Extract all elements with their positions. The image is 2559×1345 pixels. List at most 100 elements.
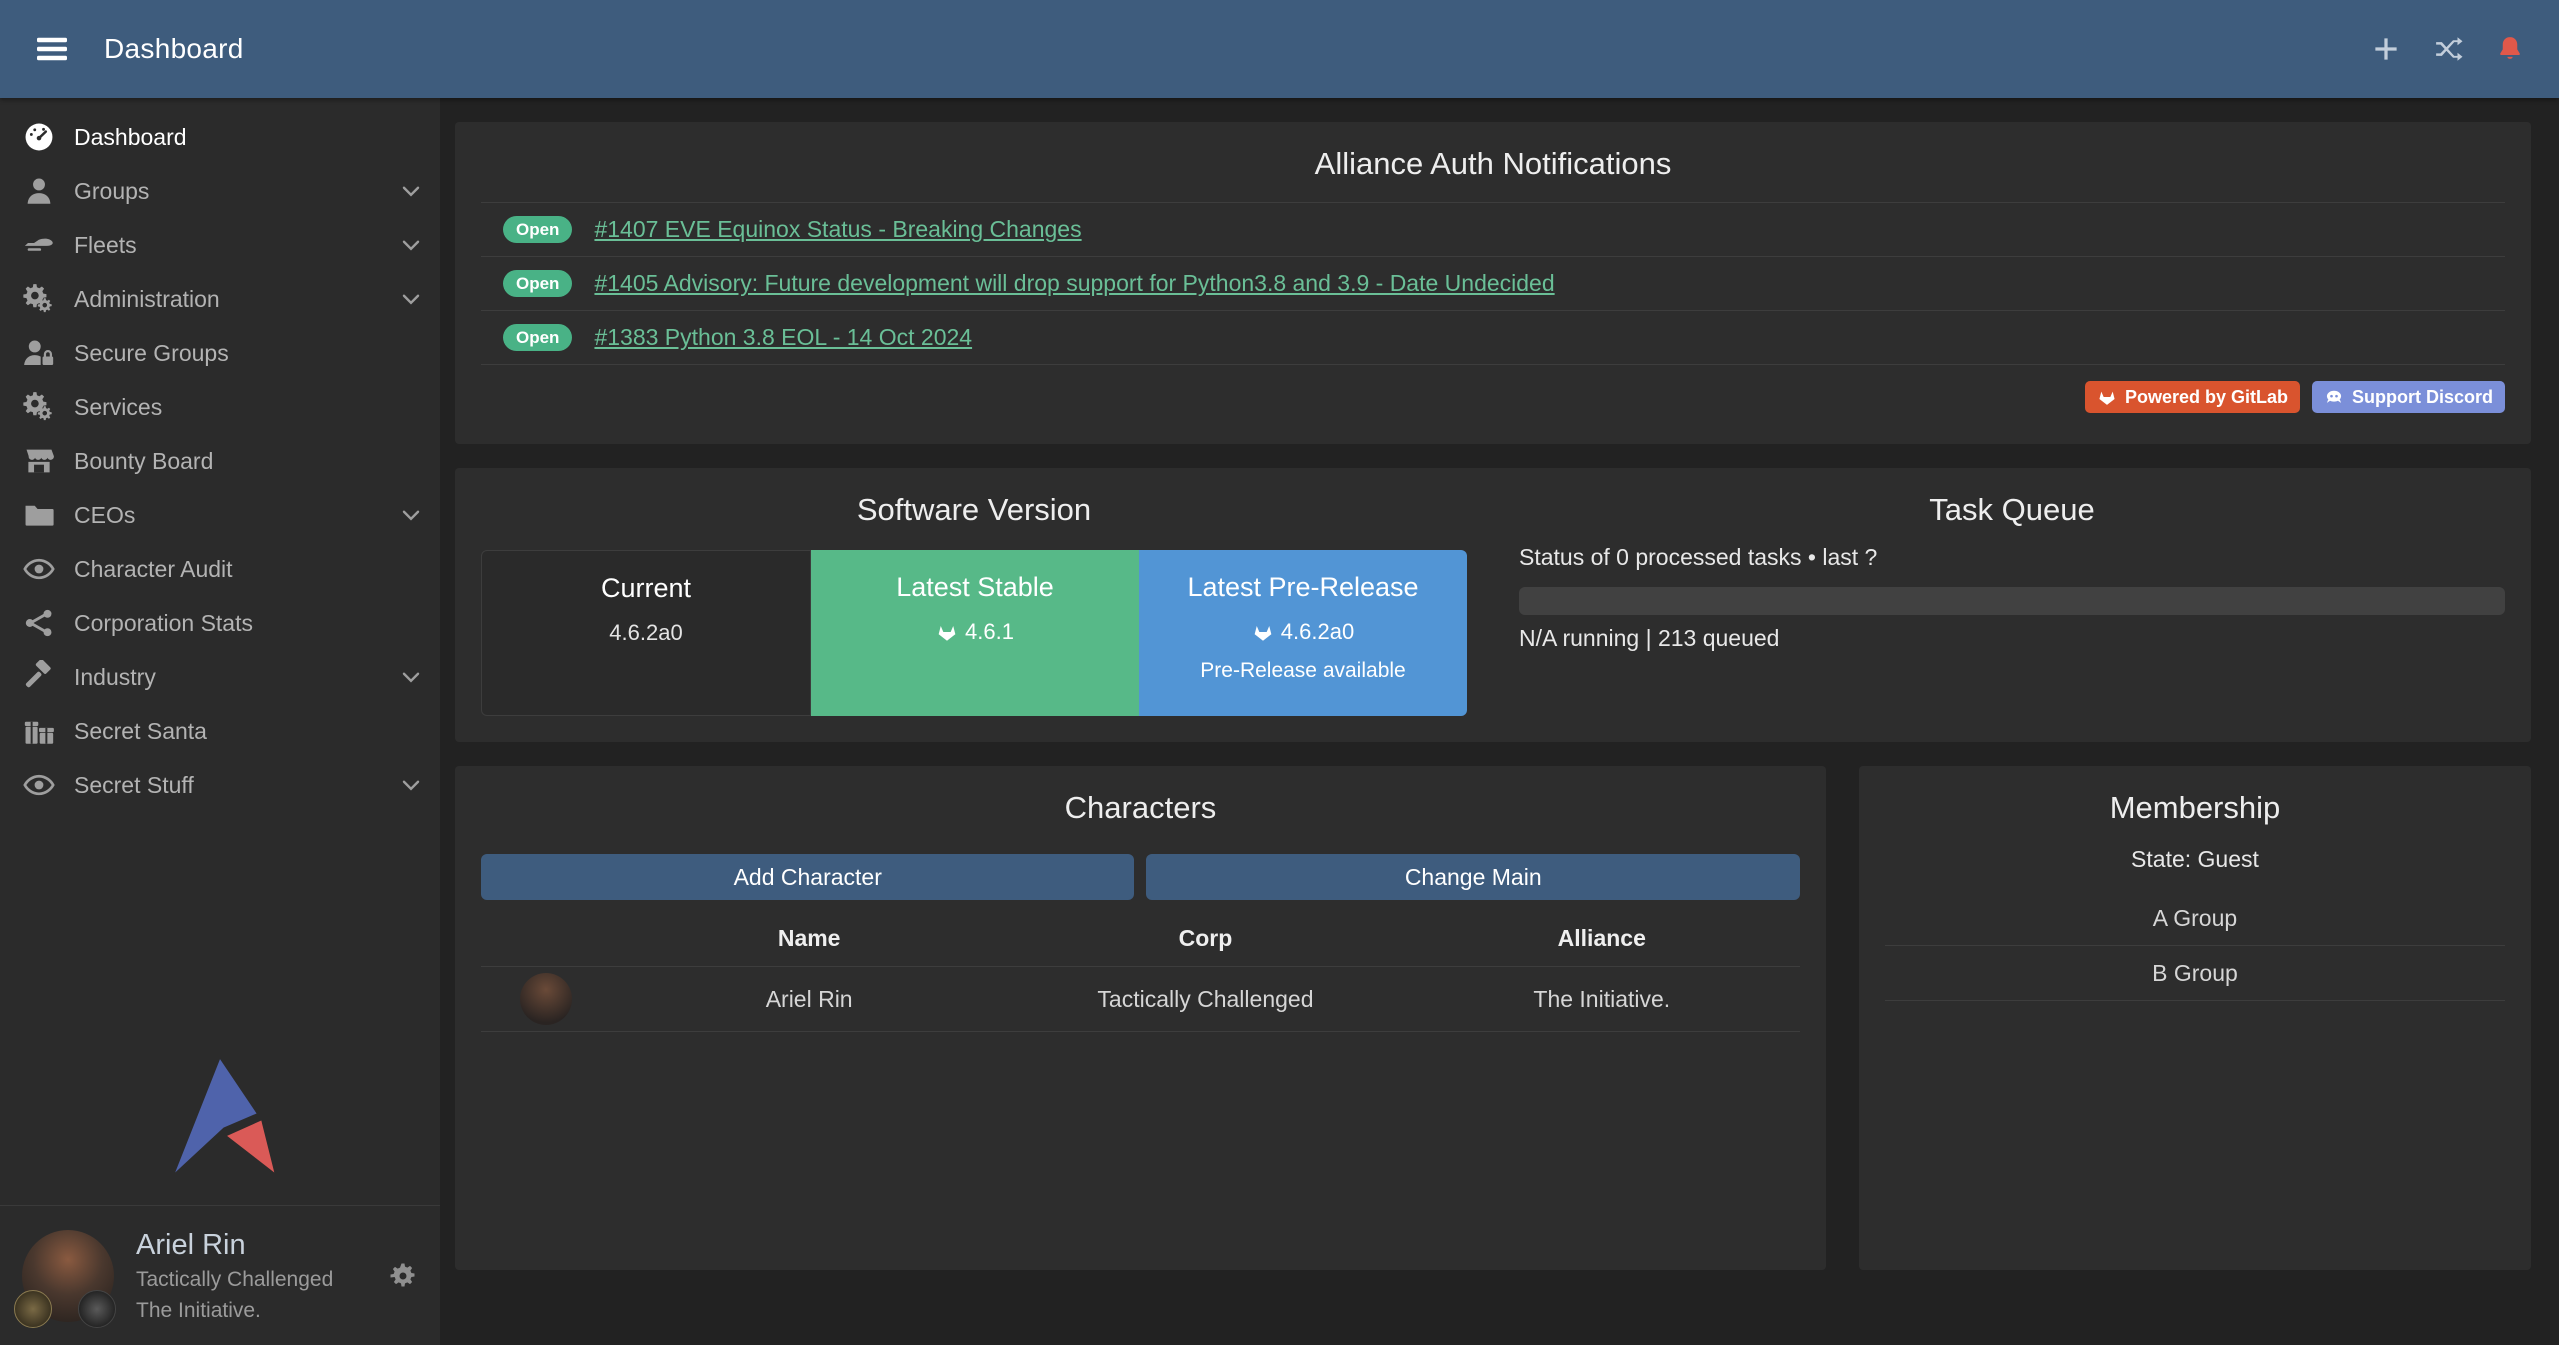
sidebar-item-corporation-stats[interactable]: Corporation Stats (0, 596, 440, 650)
status-badge: Open (503, 324, 572, 351)
notifications-list: Open #1407 EVE Equinox Status - Breaking… (481, 202, 2505, 365)
sidebar-item-label: Character Audit (74, 556, 233, 583)
sidebar-item-label: Bounty Board (74, 448, 213, 475)
badge-label: Support Discord (2352, 387, 2493, 408)
sidebar-item-label: Dashboard (74, 124, 187, 151)
shuffle-icon[interactable] (2433, 34, 2463, 64)
change-main-button[interactable]: Change Main (1146, 854, 1799, 900)
gitlab-icon (1252, 621, 1274, 643)
gears-icon (22, 390, 56, 424)
alliance-logo-badge (78, 1290, 116, 1328)
notification-link[interactable]: #1383 Python 3.8 EOL - 14 Oct 2024 (594, 324, 972, 351)
notification-link[interactable]: #1407 EVE Equinox Status - Breaking Chan… (594, 216, 1081, 243)
eye-icon (22, 552, 56, 586)
sidebar-item-fleets[interactable]: Fleets (0, 218, 440, 272)
version-number: 4.6.2a0 (1281, 619, 1354, 645)
version-number: 4.6.2a0 (609, 620, 682, 646)
user-name: Ariel Rin (136, 1227, 333, 1263)
software-taskqueue-panel: Software Version Current 4.6.2a0 Latest … (455, 468, 2531, 742)
task-queue-progressbar (1519, 587, 2505, 615)
version-heading: Latest Stable (811, 572, 1139, 603)
character-corp: Tactically Challenged (1007, 986, 1403, 1013)
sidebar-item-services[interactable]: Services (0, 380, 440, 434)
gear-icon[interactable] (388, 1261, 418, 1291)
gauge-icon (22, 120, 56, 154)
sidebar-item-label: Secret Stuff (74, 772, 194, 799)
top-navbar: Dashboard (0, 0, 2559, 98)
software-version-section: Software Version Current 4.6.2a0 Latest … (455, 468, 1493, 742)
sidebar-item-label: Corporation Stats (74, 610, 253, 637)
shuttle-icon (22, 228, 56, 262)
characters-panel: Characters Add Character Change Main Nam… (455, 766, 1826, 1270)
membership-groups-list: A Group B Group (1885, 891, 2505, 1001)
user-corp: Tactically Challenged (136, 1267, 333, 1293)
membership-state: State: Guest (1859, 846, 2531, 873)
software-version-title: Software Version (481, 468, 1467, 528)
add-icon[interactable] (2371, 34, 2401, 64)
sidebar-item-secure-groups[interactable]: Secure Groups (0, 326, 440, 380)
character-portrait (520, 973, 572, 1025)
page-title: Dashboard (104, 33, 244, 65)
notification-item: Open #1407 EVE Equinox Status - Breaking… (481, 203, 2505, 257)
notification-item: Open #1383 Python 3.8 EOL - 14 Oct 2024 (481, 311, 2505, 365)
badge-label: Powered by GitLab (2125, 387, 2288, 408)
gears-icon (22, 282, 56, 316)
sidebar-item-bounty-board[interactable]: Bounty Board (0, 434, 440, 488)
notifications-bell-icon[interactable] (2495, 34, 2525, 64)
chevron-down-icon (398, 286, 424, 312)
sidebar-item-administration[interactable]: Administration (0, 272, 440, 326)
sidebar-item-label: CEOs (74, 502, 135, 529)
sidebar-item-character-audit[interactable]: Character Audit (0, 542, 440, 596)
table-row: Ariel Rin Tactically Challenged The Init… (481, 966, 1800, 1032)
list-item: B Group (1885, 946, 2505, 1001)
hammer-icon (22, 660, 56, 694)
status-badge: Open (503, 216, 572, 243)
chevron-down-icon (398, 502, 424, 528)
notification-link[interactable]: #1405 Advisory: Future development will … (594, 270, 1554, 297)
sidebar-item-label: Industry (74, 664, 156, 691)
sidebar-item-dashboard[interactable]: Dashboard (0, 110, 440, 164)
powered-by-gitlab-badge[interactable]: Powered by GitLab (2085, 381, 2300, 413)
gitlab-icon (2097, 387, 2117, 407)
membership-panel: Membership State: Guest A Group B Group (1859, 766, 2531, 1270)
task-queue-section: Task Queue Status of 0 processed tasks •… (1493, 468, 2531, 742)
add-character-button[interactable]: Add Character (481, 854, 1134, 900)
version-current-cell: Current 4.6.2a0 (481, 550, 811, 716)
user-icon (22, 174, 56, 208)
notification-item: Open #1405 Advisory: Future development … (481, 257, 2505, 311)
characters-title: Characters (455, 766, 1826, 826)
eye-icon (22, 768, 56, 802)
list-item: A Group (1885, 891, 2505, 946)
version-prerelease-cell: Latest Pre-Release 4.6.2a0 Pre-Release a… (1139, 550, 1467, 716)
avatar (22, 1230, 114, 1322)
sidebar-item-secret-santa[interactable]: Secret Santa (0, 704, 440, 758)
membership-title: Membership (1859, 766, 2531, 826)
prerelease-note: Pre-Release available (1139, 659, 1467, 683)
sidebar: Dashboard Groups Fleets (0, 98, 440, 1345)
folder-icon (22, 498, 56, 532)
sidebar-item-secret-stuff[interactable]: Secret Stuff (0, 758, 440, 812)
version-heading: Latest Pre-Release (1139, 572, 1467, 603)
sidebar-item-groups[interactable]: Groups (0, 164, 440, 218)
menu-icon[interactable] (34, 29, 74, 69)
user-lock-icon (22, 336, 56, 370)
task-queue-status: Status of 0 processed tasks • last ? (1519, 544, 2505, 571)
version-heading: Current (482, 573, 810, 604)
task-queue-title: Task Queue (1519, 468, 2505, 528)
characters-table-header: Name Corp Alliance (481, 910, 1800, 966)
sidebar-item-ceos[interactable]: CEOs (0, 488, 440, 542)
gifts-icon (22, 714, 56, 748)
status-badge: Open (503, 270, 572, 297)
discord-icon (2324, 387, 2344, 407)
sidebar-item-label: Administration (74, 286, 220, 313)
notifications-title: Alliance Auth Notifications (455, 122, 2531, 182)
alliance-auth-logo (0, 1055, 440, 1205)
sidebar-item-label: Services (74, 394, 162, 421)
user-panel: Ariel Rin Tactically Challenged The Init… (0, 1205, 440, 1345)
chevron-down-icon (398, 232, 424, 258)
task-queue-counts: N/A running | 213 queued (1519, 625, 2505, 652)
version-number: 4.6.1 (965, 619, 1014, 645)
sidebar-item-industry[interactable]: Industry (0, 650, 440, 704)
corp-logo-badge (14, 1290, 52, 1328)
support-discord-badge[interactable]: Support Discord (2312, 381, 2505, 413)
